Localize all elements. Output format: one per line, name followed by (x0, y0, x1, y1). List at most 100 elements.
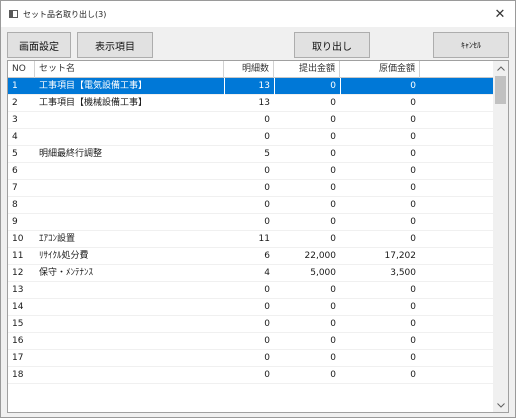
cell-no: 7 (12, 183, 18, 193)
cell-no: 4 (12, 132, 18, 142)
cell-no: 12 (12, 268, 24, 278)
cell-set-name (35, 367, 224, 384)
cell-cost-amount: 0 (410, 319, 416, 329)
cell-set-name: ﾘｻｲｸﾙ処分費 (39, 251, 89, 261)
cell-submit-amount: 0 (274, 78, 340, 95)
cell-cost-amount: 17,202 (384, 251, 417, 261)
table-row[interactable]: 6 0 0 0 (8, 163, 494, 180)
cell-cost-amount: 0 (410, 149, 416, 159)
cell-submit-amount: 0 (330, 217, 336, 227)
set-name-grid[interactable]: NO セット名 明細数 提出金額 原価金額 1 工事項目【電気設備工事】 13 0 0 2… (7, 60, 509, 413)
cell-no: 13 (12, 285, 24, 295)
cell-submit-amount: 0 (330, 285, 336, 295)
cell-set-name (35, 197, 224, 214)
table-row[interactable]: 1 工事項目【電気設備工事】 13 0 0 (8, 78, 494, 95)
cell-submit-amount: 0 (330, 370, 336, 380)
cell-no: 14 (12, 302, 24, 312)
table-row[interactable]: 2 工事項目【機械設備工事】 13 0 0 (8, 95, 494, 112)
cell-no: 3 (12, 115, 18, 125)
cell-line-count: 13 (224, 78, 274, 95)
cell-cost-amount: 0 (410, 217, 416, 227)
table-row[interactable]: 10 ｴｱｺﾝ設置 11 0 0 (8, 231, 494, 248)
cell-submit-amount: 0 (330, 336, 336, 346)
cell-cost-amount: 0 (410, 336, 416, 346)
table-row[interactable]: 7 0 0 0 (8, 180, 494, 197)
table-row[interactable]: 5 明細最終行調整 5 0 0 (8, 146, 494, 163)
cell-set-name (35, 299, 224, 316)
cell-line-count: 0 (264, 217, 270, 227)
cell-cost-amount: 0 (410, 200, 416, 210)
column-header-submit-amount[interactable]: 提出金額 (274, 61, 340, 78)
cell-submit-amount: 0 (330, 353, 336, 363)
table-row[interactable]: 15 0 0 0 (8, 316, 494, 333)
scroll-up-button[interactable] (493, 61, 508, 75)
cell-set-name (35, 350, 224, 367)
table-row[interactable]: 8 0 0 0 (8, 197, 494, 214)
table-row[interactable]: 17 0 0 0 (8, 350, 494, 367)
cell-line-count: 0 (264, 115, 270, 125)
cell-cost-amount: 0 (410, 285, 416, 295)
cell-line-count: 0 (264, 302, 270, 312)
cell-cost-amount: 0 (340, 78, 420, 95)
display-items-button[interactable]: 表示項目 (77, 32, 153, 58)
cell-line-count: 13 (258, 98, 270, 108)
close-button[interactable]: ✕ (485, 1, 515, 27)
table-row[interactable]: 16 0 0 0 (8, 333, 494, 350)
column-header-set-name[interactable]: セット名 (35, 61, 224, 78)
column-header-line-count[interactable]: 明細数 (224, 61, 274, 78)
cell-no: 15 (12, 319, 24, 329)
cell-line-count: 0 (264, 353, 270, 363)
cell-submit-amount: 0 (330, 234, 336, 244)
table-row[interactable]: 11 ﾘｻｲｸﾙ処分費 6 22,000 17,202 (8, 248, 494, 265)
cell-line-count: 0 (264, 183, 270, 193)
cell-submit-amount: 0 (330, 132, 336, 142)
cell-submit-amount: 0 (330, 149, 336, 159)
chevron-down-icon (496, 402, 505, 408)
cell-no: 11 (12, 251, 24, 261)
cell-submit-amount: 0 (330, 98, 336, 108)
cell-submit-amount: 0 (330, 166, 336, 176)
column-header-no[interactable]: NO (8, 61, 35, 78)
table-row[interactable]: 9 0 0 0 (8, 214, 494, 231)
close-icon: ✕ (494, 6, 506, 22)
extract-button[interactable]: 取り出し (294, 32, 370, 58)
table-row[interactable]: 18 0 0 0 (8, 367, 494, 384)
cell-set-name: 保守・ﾒﾝﾃﾅﾝｽ (39, 268, 94, 278)
cell-set-name (35, 129, 224, 146)
cancel-button[interactable]: ｷｬﾝｾﾙ (433, 32, 509, 58)
table-row[interactable]: 3 0 0 0 (8, 112, 494, 129)
screen-settings-button[interactable]: 画面設定 (7, 32, 71, 58)
cell-cost-amount: 0 (410, 115, 416, 125)
table-row[interactable]: 14 0 0 0 (8, 299, 494, 316)
cell-set-name (35, 180, 224, 197)
cell-line-count: 0 (264, 132, 270, 142)
cell-set-name: 明細最終行調整 (39, 149, 103, 159)
cell-submit-amount: 5,000 (310, 268, 336, 278)
cell-cost-amount: 3,500 (390, 268, 416, 278)
cell-line-count: 0 (264, 370, 270, 380)
table-row[interactable]: 13 0 0 0 (8, 282, 494, 299)
table-row[interactable]: 12 保守・ﾒﾝﾃﾅﾝｽ 4 5,000 3,500 (8, 265, 494, 282)
cell-line-count: 0 (264, 319, 270, 329)
cell-submit-amount: 0 (330, 200, 336, 210)
cell-line-count: 6 (264, 251, 270, 261)
vertical-scrollbar[interactable] (493, 61, 508, 412)
cell-set-name (35, 163, 224, 180)
column-header-cost-amount[interactable]: 原価金額 (340, 61, 420, 78)
grid-rows: 1 工事項目【電気設備工事】 13 0 0 2 工事項目【機械設備工事】 13 0 0 3 0 0 0 4 0… (8, 78, 494, 384)
cell-no: 10 (12, 234, 24, 244)
scroll-thumb[interactable] (495, 76, 506, 104)
window-title: セット品名取り出し(3) (23, 10, 107, 19)
cell-set-name (35, 316, 224, 333)
cell-submit-amount: 0 (330, 302, 336, 312)
cell-no: 1 (12, 81, 18, 91)
cell-set-name: 工事項目【機械設備工事】 (39, 98, 148, 108)
scroll-down-button[interactable] (493, 398, 508, 412)
cell-cost-amount: 0 (410, 166, 416, 176)
cell-no: 2 (12, 98, 18, 108)
cell-submit-amount: 0 (330, 183, 336, 193)
cell-no: 17 (12, 353, 24, 363)
cell-no: 5 (12, 149, 18, 159)
table-row[interactable]: 4 0 0 0 (8, 129, 494, 146)
cell-set-name (35, 112, 224, 129)
